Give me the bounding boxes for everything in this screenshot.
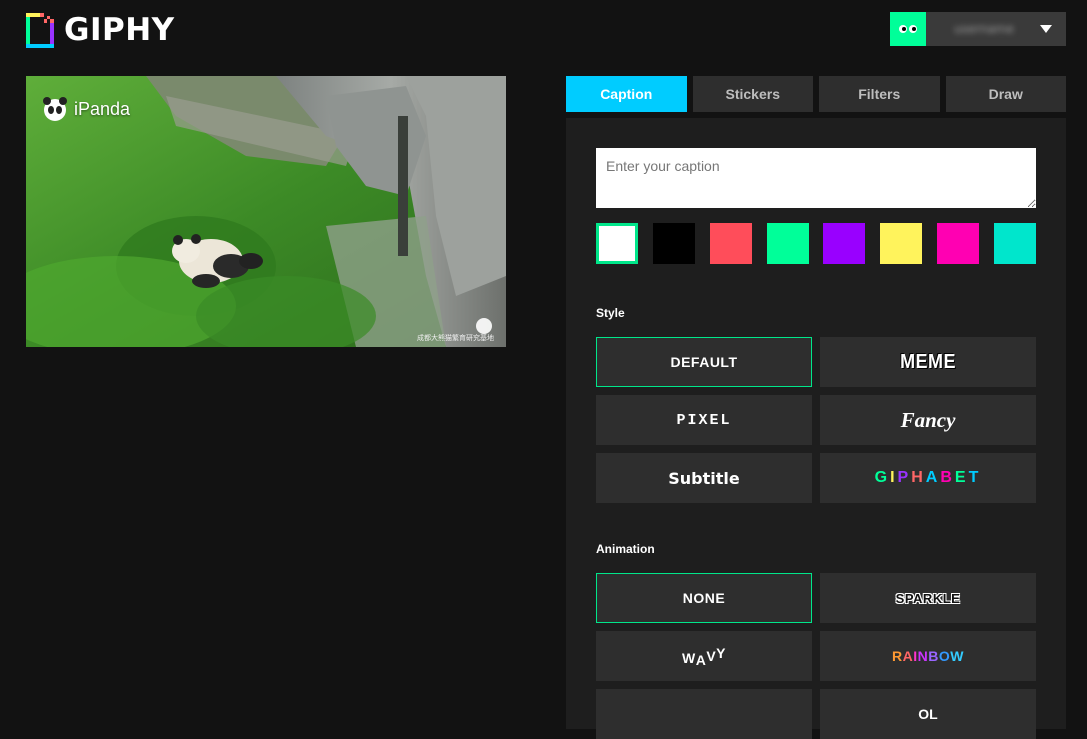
animation-ol-label: OL [918,706,938,722]
color-swatch-pink[interactable] [937,223,980,264]
animation-options: NONE SPARKLE WAVY RAINBOW OL [596,573,1036,739]
editor-tabs: Caption Stickers Filters Draw [566,76,1066,112]
color-swatch-turquoise[interactable] [993,223,1036,264]
color-swatch-green[interactable] [766,223,809,264]
caption-panel: Style DEFAULT MEME PIXEL Fancy Subtitle … [566,118,1066,739]
tab-stickers[interactable]: Stickers [692,76,813,112]
style-giphabet-label: GIPHABET [874,469,982,486]
gif-preview: iPanda 成都大熊猫繁育研究基地 [26,76,506,347]
animation-sparkle-button[interactable]: SPARKLE [820,573,1036,623]
eyes-icon [899,25,917,33]
animation-ol-button[interactable]: OL [820,689,1036,739]
color-swatch-red[interactable] [709,223,752,264]
avatar[interactable] [890,12,926,46]
animation-wavy-button[interactable]: WAVY [596,631,812,681]
caption-input[interactable] [596,148,1036,208]
style-fancy-button[interactable]: Fancy [820,395,1036,445]
style-label: Style [596,306,625,320]
color-swatch-purple[interactable] [823,223,866,264]
giphy-logo-icon [26,13,54,48]
style-pixel-label: PIXEL [676,411,732,429]
style-default-button[interactable]: DEFAULT [596,337,812,387]
tab-filters[interactable]: Filters [819,76,940,112]
style-options: DEFAULT MEME PIXEL Fancy Subtitle GIPHAB… [596,337,1036,503]
animation-blank-button[interactable] [596,689,812,739]
giphy-logo[interactable]: GIPHY [26,13,175,48]
animation-rainbow-button[interactable]: RAINBOW [820,631,1036,681]
animation-sparkle-label: SPARKLE [895,590,961,606]
animation-none-label: NONE [682,590,726,606]
tab-caption[interactable]: Caption [566,76,687,112]
style-pixel-button[interactable]: PIXEL [596,395,812,445]
style-meme-button[interactable]: MEME [820,337,1036,387]
logo-text: GIPHY [64,12,175,48]
style-default-label: DEFAULT [670,354,738,370]
color-swatch-black[interactable] [652,223,695,264]
color-swatch-white[interactable] [596,223,638,264]
style-meme-label: MEME [900,350,956,373]
chevron-down-icon[interactable] [1026,12,1066,46]
watermark-text: iPanda [74,98,131,119]
style-subtitle-label: Subtitle [668,468,740,488]
animation-none-button[interactable]: NONE [596,573,812,623]
panda-icon [43,97,67,121]
animation-rainbow-label: RAINBOW [892,647,964,664]
animation-label: Animation [596,542,655,556]
style-giphabet-button[interactable]: GIPHABET [820,453,1036,503]
username: username [954,22,1014,36]
corner-watermark: 成都大熊猫繁育研究基地 [417,334,494,342]
style-fancy-label: Fancy [900,407,956,432]
color-swatches [596,223,1036,264]
style-subtitle-button[interactable]: Subtitle [596,453,812,503]
color-swatch-yellow[interactable] [880,223,923,264]
tab-draw[interactable]: Draw [945,76,1066,112]
user-menu[interactable]: username [890,12,1066,46]
ipanda-watermark: iPanda [42,96,130,122]
animation-wavy-label: WAVY [681,645,727,668]
